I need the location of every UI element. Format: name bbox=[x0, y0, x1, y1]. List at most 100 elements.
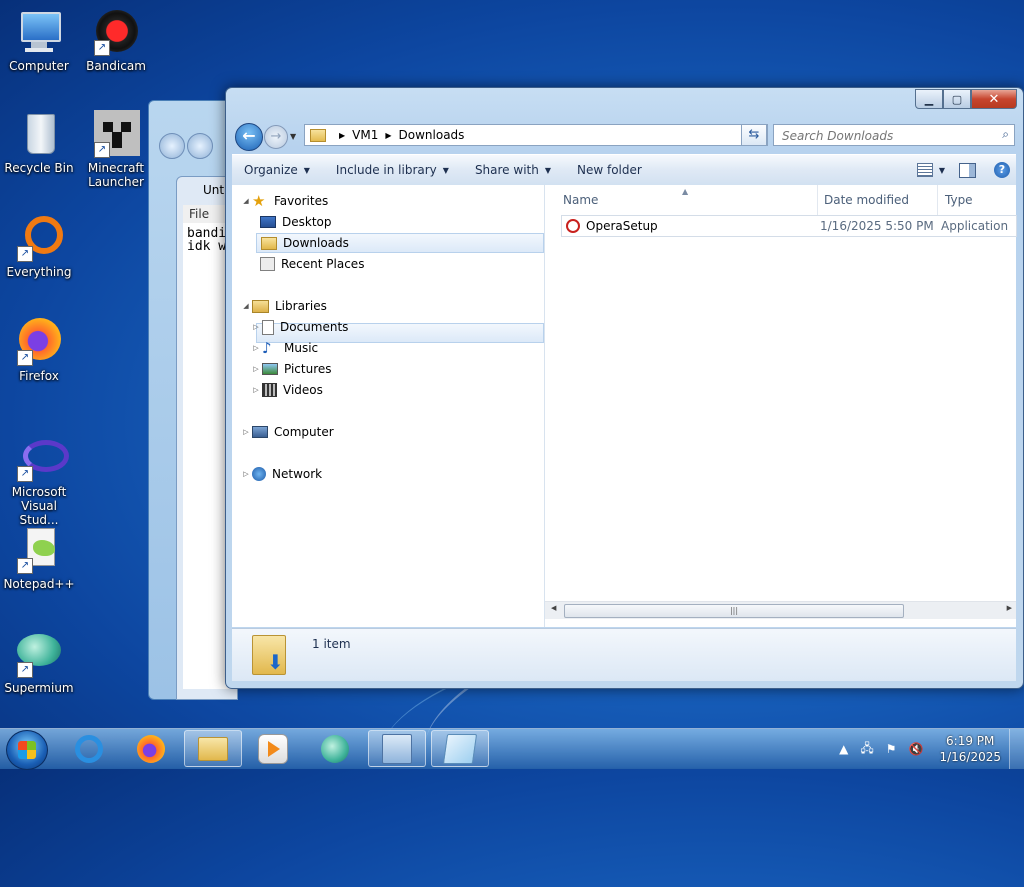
minimize-button[interactable]: ▁ bbox=[915, 89, 943, 109]
file-row[interactable]: OperaSetup 1/16/2025 5:50 PM Application bbox=[561, 215, 1017, 237]
background-forward-icon bbox=[187, 133, 213, 159]
desktop-icon-supermium[interactable]: ↗ Supermium bbox=[0, 630, 78, 695]
taskbar-internet-explorer[interactable] bbox=[60, 730, 118, 767]
chevron-down-icon: ▼ bbox=[303, 165, 310, 175]
show-hidden-icons-icon[interactable]: ▲ bbox=[839, 742, 848, 756]
taskbar-supermium[interactable] bbox=[306, 730, 364, 767]
desktop-icon-visual-studio[interactable]: ↗ Microsoft Visual Stud... bbox=[0, 434, 78, 527]
forward-button[interactable]: → bbox=[264, 125, 288, 149]
nav-computer[interactable]: ▷ Computer bbox=[240, 422, 333, 442]
desktop-icon-label: Minecraft Launcher bbox=[87, 161, 145, 189]
horizontal-scrollbar[interactable]: ◀ ||| ▶ bbox=[545, 601, 1016, 619]
chevron-right-icon[interactable]: ▶ bbox=[339, 131, 345, 140]
breadcrumb-downloads[interactable]: Downloads bbox=[399, 128, 465, 142]
maximize-button[interactable]: ▢ bbox=[943, 89, 971, 109]
desktop-icon-everything[interactable]: ↗ Everything bbox=[0, 214, 78, 279]
expand-icon[interactable]: ▷ bbox=[240, 428, 252, 436]
desktop-icon-label: Everything bbox=[6, 265, 72, 279]
minecraft-launcher-icon: ↗ bbox=[92, 110, 140, 158]
explorer-window[interactable]: ▁ ▢ ✕ ← → ▼ ▶ VM1 ▶ Downloads ▼ ⇆ ⌕ Orga… bbox=[225, 87, 1024, 689]
internet-explorer-icon bbox=[75, 734, 103, 763]
nav-music[interactable]: ▷ ♪ Music bbox=[250, 338, 318, 358]
refresh-button[interactable]: ⇆ bbox=[741, 124, 767, 146]
expand-icon[interactable]: ▷ bbox=[250, 344, 262, 352]
nav-downloads[interactable]: Downloads bbox=[256, 233, 544, 253]
taskbar-control-panel[interactable] bbox=[368, 730, 426, 767]
column-header-name[interactable]: Name bbox=[545, 185, 818, 215]
desktop-icon-label: Notepad++ bbox=[3, 577, 75, 591]
nav-pictures[interactable]: ▷ Pictures bbox=[250, 359, 331, 379]
search-box[interactable]: ⌕ bbox=[773, 124, 1015, 146]
scrollbar-thumb[interactable]: ||| bbox=[564, 604, 904, 618]
include-in-library-button[interactable]: Include in library ▼ bbox=[323, 163, 462, 177]
desktop-icon-notepad-plus-plus[interactable]: ↗ Notepad++ bbox=[0, 526, 78, 591]
new-folder-button[interactable]: New folder bbox=[564, 163, 655, 177]
scroll-right-icon[interactable]: ▶ bbox=[1007, 604, 1012, 612]
desktop-icon-label: Firefox bbox=[19, 369, 59, 383]
taskbar-windows-explorer[interactable] bbox=[184, 730, 242, 767]
expand-icon[interactable]: ▷ bbox=[250, 323, 262, 331]
share-with-button[interactable]: Share with ▼ bbox=[462, 163, 564, 177]
chevron-right-icon[interactable]: ▶ bbox=[385, 131, 391, 140]
help-icon[interactable]: ? bbox=[994, 162, 1010, 178]
clock[interactable]: 6:19 PM 1/16/2025 bbox=[939, 733, 1001, 765]
expand-icon[interactable]: ▷ bbox=[250, 365, 262, 373]
scroll-left-icon[interactable]: ◀ bbox=[551, 604, 556, 612]
firefox-icon: ↗ bbox=[15, 318, 63, 366]
desktop-icon-firefox[interactable]: ↗ Firefox bbox=[0, 318, 78, 383]
taskbar-firefox[interactable] bbox=[122, 730, 180, 767]
music-icon: ♪ bbox=[262, 339, 272, 357]
opera-setup-icon bbox=[566, 219, 580, 233]
desktop-icon-computer[interactable]: Computer bbox=[0, 8, 78, 73]
background-back-icon bbox=[159, 133, 185, 159]
downloads-folder-large-icon bbox=[252, 635, 286, 675]
column-header-type[interactable]: Type bbox=[938, 185, 1016, 215]
navigation-pane[interactable]: ◢ ★ Favorites Desktop Downloads Recent P… bbox=[232, 185, 545, 627]
address-bar[interactable]: ▶ VM1 ▶ Downloads ▼ bbox=[304, 124, 768, 146]
expand-icon[interactable]: ▷ bbox=[240, 470, 252, 478]
show-desktop-button[interactable] bbox=[1009, 729, 1024, 769]
action-center-flag-icon[interactable]: ⚑ bbox=[886, 742, 897, 756]
expand-icon[interactable]: ▷ bbox=[250, 386, 262, 394]
nav-videos[interactable]: ▷ Videos bbox=[250, 380, 323, 400]
collapse-icon[interactable]: ◢ bbox=[240, 302, 252, 310]
taskbar-notepad[interactable] bbox=[431, 730, 489, 767]
desktop-icon-bandicam[interactable]: ↗ Bandicam bbox=[77, 8, 155, 73]
search-icon[interactable]: ⌕ bbox=[1002, 127, 1009, 142]
preview-pane-icon[interactable] bbox=[959, 162, 976, 178]
file-list[interactable]: ▲ Name Date modified Type OperaSetup 1/1… bbox=[545, 185, 1017, 627]
desktop-icon-recycle-bin[interactable]: Recycle Bin bbox=[0, 110, 78, 175]
shortcut-arrow-icon: ↗ bbox=[94, 40, 110, 56]
taskbar-media-player[interactable] bbox=[244, 730, 302, 767]
nav-recent-places[interactable]: Recent Places bbox=[260, 254, 364, 274]
start-button[interactable] bbox=[6, 730, 48, 770]
clock-date: 1/16/2025 bbox=[939, 750, 1001, 764]
column-header-date-modified[interactable]: Date modified bbox=[818, 185, 938, 215]
desktop-icon-minecraft-launcher[interactable]: ↗ Minecraft Launcher bbox=[77, 110, 155, 189]
desktop-icon-label: Recycle Bin bbox=[4, 161, 74, 175]
network-status-icon[interactable]: 🖧 bbox=[860, 739, 873, 760]
volume-muted-icon[interactable]: 🔇 bbox=[909, 742, 924, 756]
supermium-icon: ↗ bbox=[15, 630, 63, 678]
shortcut-arrow-icon: ↗ bbox=[94, 142, 110, 158]
notepad-plus-plus-icon: ↗ bbox=[15, 526, 63, 574]
collapse-icon[interactable]: ◢ bbox=[240, 197, 252, 205]
nav-favorites[interactable]: ◢ ★ Favorites bbox=[240, 191, 328, 211]
organize-button[interactable]: Organize ▼ bbox=[232, 163, 323, 177]
recent-pages-dropdown-icon[interactable]: ▼ bbox=[290, 132, 296, 141]
nav-documents[interactable]: ▷ Documents bbox=[250, 317, 348, 337]
breadcrumb-vm1[interactable]: VM1 bbox=[352, 128, 378, 142]
chevron-down-icon[interactable]: ▼ bbox=[939, 166, 945, 175]
media-player-icon bbox=[258, 733, 288, 764]
close-button[interactable]: ✕ bbox=[971, 89, 1017, 109]
computer-icon bbox=[15, 8, 63, 56]
windows-logo-icon bbox=[18, 741, 36, 759]
nav-desktop[interactable]: Desktop bbox=[260, 212, 332, 232]
nav-libraries[interactable]: ◢ Libraries bbox=[240, 296, 327, 316]
back-button[interactable]: ← bbox=[235, 123, 263, 151]
visual-studio-icon: ↗ bbox=[15, 434, 69, 482]
file-date: 1/16/2025 5:50 PM bbox=[820, 219, 934, 233]
search-input[interactable] bbox=[780, 126, 984, 146]
change-view-icon[interactable] bbox=[916, 163, 933, 177]
nav-network[interactable]: ▷ Network bbox=[240, 464, 322, 484]
